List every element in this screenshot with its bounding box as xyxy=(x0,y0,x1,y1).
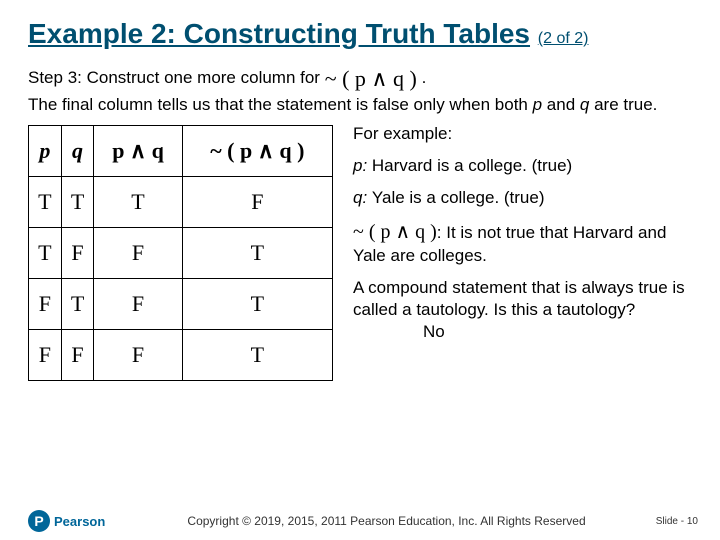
tautology-answer: No xyxy=(423,321,445,343)
cell: T xyxy=(182,329,332,380)
expr-neg-pandq: ~ ( p ∧ q ) xyxy=(325,66,417,91)
q-lead: q: xyxy=(353,188,372,207)
footer: P Pearson Copyright © 2019, 2015, 2011 P… xyxy=(0,510,720,532)
expr-inline: ~ ( p ∧ q ) xyxy=(353,221,437,243)
cell: T xyxy=(61,176,94,227)
cell: F xyxy=(61,329,94,380)
cell: F xyxy=(61,227,94,278)
and-word: and xyxy=(542,95,580,114)
table-row: T T T F xyxy=(29,176,333,227)
cell: T xyxy=(29,176,62,227)
cell: F xyxy=(94,278,182,329)
tautology-question: A compound statement that is always true… xyxy=(353,277,692,343)
cell: T xyxy=(61,278,94,329)
step-line2b: are true. xyxy=(589,95,657,114)
copyright-text: Copyright © 2019, 2015, 2011 Pearson Edu… xyxy=(117,514,655,528)
q-definition: q: Yale is a college. (true) xyxy=(353,187,692,209)
p-lead: p: xyxy=(353,156,372,175)
cell: T xyxy=(182,227,332,278)
slide-title: Example 2: Constructing Truth Tables (2 … xyxy=(28,18,692,50)
th-pandq: p ∧ q xyxy=(94,125,182,176)
cell: F xyxy=(29,329,62,380)
slide-num: 10 xyxy=(687,516,698,527)
cell: T xyxy=(182,278,332,329)
step-suffix: . xyxy=(422,68,427,87)
cell: F xyxy=(182,176,332,227)
truth-table: p q p ∧ q ~ ( p ∧ q ) T T T F T xyxy=(28,125,333,381)
slide-number: Slide - 10 xyxy=(656,516,698,527)
tautology-text: A compound statement that is always true… xyxy=(353,278,685,319)
conclusion-line: ~ ( p ∧ q ): It is not true that Harvard… xyxy=(353,219,692,267)
table-row: F T F T xyxy=(29,278,333,329)
p-def-text: Harvard is a college. (true) xyxy=(372,156,572,175)
table-header-row: p q p ∧ q ~ ( p ∧ q ) xyxy=(29,125,333,176)
cell: T xyxy=(94,176,182,227)
title-part: (2 of 2) xyxy=(538,30,589,47)
p-definition: p: Harvard is a college. (true) xyxy=(353,155,692,177)
step-prefix: Step 3: Construct one more column for xyxy=(28,68,325,87)
cell: T xyxy=(29,227,62,278)
brand-name: Pearson xyxy=(54,514,105,529)
title-main: Example 2: Constructing Truth Tables xyxy=(28,18,530,49)
q-def-text: Yale is a college. (true) xyxy=(372,188,545,207)
th-q: q xyxy=(61,125,94,176)
th-p: p xyxy=(29,125,62,176)
for-example: For example: xyxy=(353,123,692,145)
th-neg-pandq: ~ ( p ∧ q ) xyxy=(182,125,332,176)
table-row: F F F T xyxy=(29,329,333,380)
cell: F xyxy=(29,278,62,329)
step-line2a: The final column tells us that the state… xyxy=(28,95,533,114)
colon: : xyxy=(437,223,446,242)
var-p: p xyxy=(533,95,542,114)
table-row: T F F T xyxy=(29,227,333,278)
cell: F xyxy=(94,329,182,380)
pearson-logo-icon: P xyxy=(28,510,50,532)
var-q: q xyxy=(580,95,589,114)
step-text: Step 3: Construct one more column for ~ … xyxy=(28,64,692,117)
cell: F xyxy=(94,227,182,278)
slide-label: Slide - xyxy=(656,516,687,527)
